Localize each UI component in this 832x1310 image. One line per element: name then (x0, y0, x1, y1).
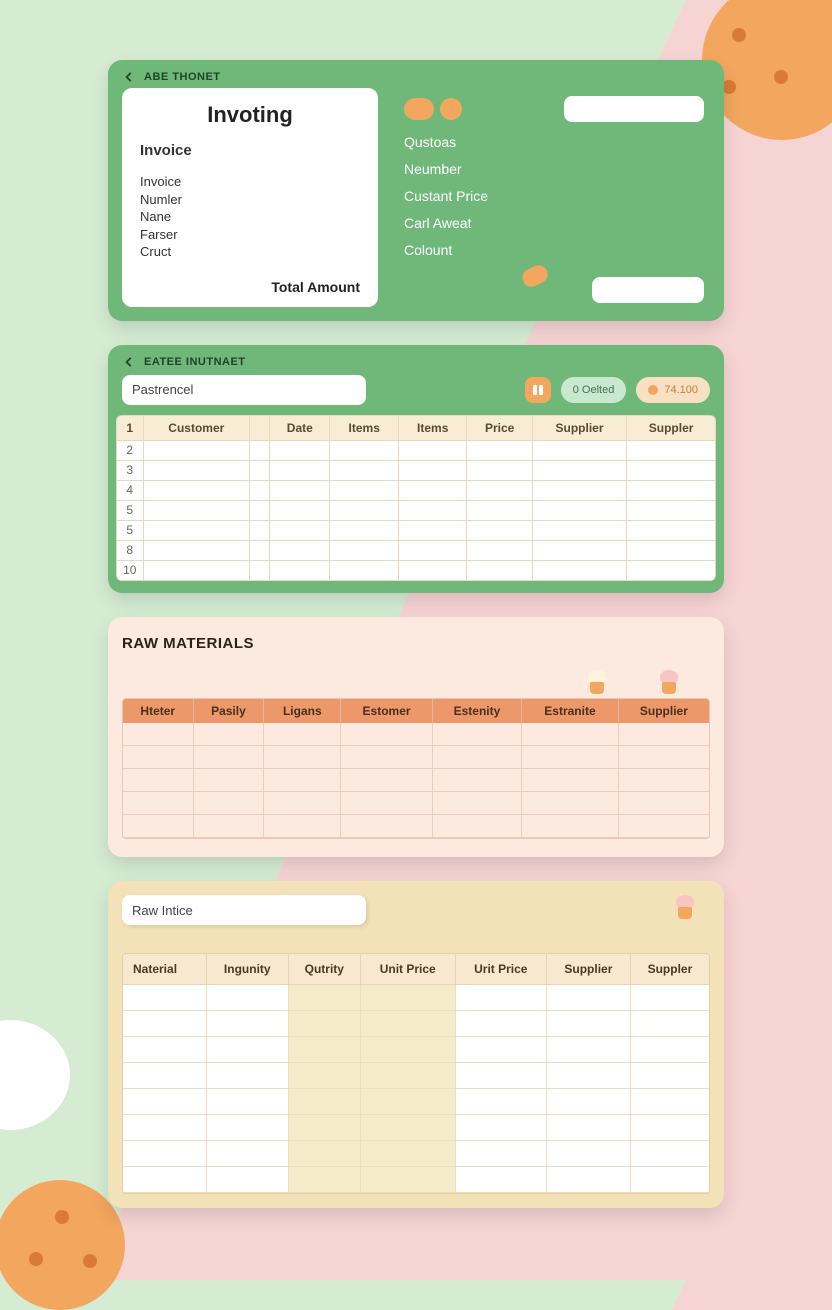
table-row[interactable]: 3 (117, 460, 715, 480)
column-header: Urit Price (455, 954, 546, 985)
cupcake-icon (658, 670, 680, 694)
column-header: 1 (117, 416, 143, 441)
table-row[interactable] (123, 1141, 709, 1167)
table-row[interactable] (123, 1167, 709, 1193)
back-label: EATEE INUTNAET (144, 356, 246, 368)
column-header: Ingunity (206, 954, 288, 985)
table-row[interactable] (123, 1115, 709, 1141)
table-row[interactable] (123, 769, 709, 792)
table-row[interactable] (123, 792, 709, 815)
table-row[interactable] (123, 1089, 709, 1115)
table-row[interactable] (123, 985, 709, 1011)
table-row[interactable] (123, 815, 709, 838)
grid-icon[interactable] (525, 377, 551, 403)
arrow-left-icon (122, 355, 136, 369)
table-row[interactable] (123, 1037, 709, 1063)
column-header: Hteter (123, 699, 193, 723)
invoice-title: Invoting (140, 102, 360, 128)
table-row[interactable]: 2 (117, 440, 715, 460)
column-header: Estranite (522, 699, 619, 723)
table-row[interactable]: 8 (117, 540, 715, 560)
column-header: Items (330, 416, 399, 441)
materials-table: HteterPasilyLigansEstomerEstenityEstrani… (122, 698, 710, 840)
cupcake-icon (674, 895, 696, 919)
arrow-left-icon (122, 70, 136, 84)
column-header: Naterial (123, 954, 206, 985)
orders-table: 1CustomerDateItemsItemsPriceSupplierSupp… (116, 415, 716, 581)
column-header: Price (467, 416, 532, 441)
column-header: Supplier (618, 699, 709, 723)
column-header: Suppler (627, 416, 715, 441)
table-row[interactable] (123, 746, 709, 769)
footer-input[interactable] (592, 277, 704, 303)
invoice-panel: Invoting Invoice Invoice Numler Nane Far… (122, 88, 378, 307)
search-input[interactable]: Pastrencel (122, 375, 366, 405)
table-row[interactable]: 5 (117, 520, 715, 540)
column-header: Supplier (532, 416, 626, 441)
table-row[interactable] (123, 723, 709, 746)
column-header: Ligans (264, 699, 341, 723)
search-input[interactable]: Raw Intice (122, 895, 366, 925)
status-badge[interactable]: 0 Oelted (561, 377, 627, 403)
invoice-heading: Invoice (140, 142, 360, 159)
back-label: ABE THONET (144, 71, 221, 83)
column-header: Date (270, 416, 330, 441)
raw-invoice-table: NaterialIngunityQutrityUnit PriceUrit Pr… (122, 953, 710, 1194)
amount-badge[interactable]: 74.100 (636, 377, 710, 403)
column-header: Supplier (546, 954, 630, 985)
column-header: Estenity (432, 699, 521, 723)
column-header (250, 416, 270, 441)
column-header: Items (398, 416, 467, 441)
raw-materials-card: RAW MATERIALS HteterPasilyLigansEstomerE… (108, 617, 724, 858)
table-row[interactable]: 10 (117, 560, 715, 580)
table-row[interactable]: 4 (117, 480, 715, 500)
invoice-field-list: Invoice Numler Nane Farser Cruct (140, 173, 360, 261)
back-button[interactable]: EATEE INUTNAET (108, 345, 724, 375)
table-row[interactable]: 5 (117, 500, 715, 520)
column-header: Suppler (630, 954, 709, 985)
raw-invoice-card: Raw Intice NaterialIngunityQutrityUnit P… (108, 881, 724, 1208)
column-header: Customer (143, 416, 250, 441)
column-header: Unit Price (360, 954, 455, 985)
header-input[interactable] (564, 96, 704, 122)
cupcake-icon (586, 670, 608, 694)
total-amount-label: Total Amount (140, 279, 360, 295)
table-row[interactable] (123, 1011, 709, 1037)
column-header: Pasily (193, 699, 264, 723)
invoice-card: ABE THONET Invoting Invoice Invoice Numl… (108, 60, 724, 321)
circle-icon (440, 98, 462, 120)
column-header: Estomer (341, 699, 432, 723)
cookie-icon (404, 98, 434, 120)
cookie-icon (519, 262, 550, 289)
decor-cookie-bottom-left (0, 1180, 125, 1310)
invoice-right-panel: Qustoas Neumber Custant Price Carl Aweat… (398, 88, 710, 307)
table-row[interactable] (123, 1063, 709, 1089)
orders-card: EATEE INUTNAET Pastrencel 0 Oelted 74.10… (108, 345, 724, 593)
back-button[interactable]: ABE THONET (108, 60, 724, 84)
column-header: Qutrity (288, 954, 360, 985)
section-title: RAW MATERIALS (122, 635, 710, 652)
